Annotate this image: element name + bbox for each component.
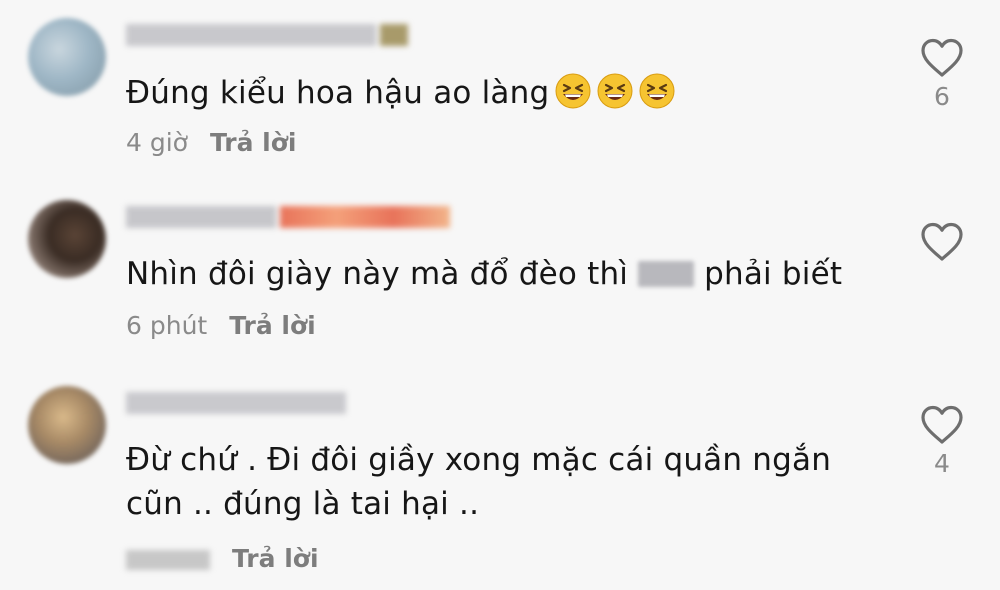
like-button[interactable] — [916, 222, 968, 266]
avatar[interactable] — [28, 18, 106, 96]
like-button[interactable]: 4 — [916, 405, 968, 478]
avatar[interactable] — [28, 386, 106, 464]
comment-time: 4 giờ — [126, 128, 188, 157]
comment-meta: Trả lời — [126, 544, 319, 573]
reply-button[interactable]: Trả lời — [210, 128, 297, 157]
heart-outline-icon — [921, 222, 963, 261]
comment-time-blurred — [126, 550, 210, 570]
comment-text-line: Đừ chứ . Đi đôi giầy xong mặc cái quần n… — [126, 442, 832, 478]
comment-text-content: Nhìn đôi giày này mà đổ đèo thì — [126, 256, 629, 292]
comment-text: Đúng kiểu hoa hậu ao làng — [126, 71, 675, 115]
comment-meta: 4 giờ Trả lời — [126, 128, 297, 157]
comment-text-content: phải biết — [704, 256, 843, 292]
reply-button[interactable]: Trả lời — [232, 544, 319, 573]
grinning-squinting-face-icon — [639, 73, 675, 109]
username-blurred[interactable] — [126, 392, 350, 418]
heart-outline-icon — [921, 38, 963, 77]
comment-text-content: Đúng kiểu hoa hậu ao làng — [126, 75, 550, 111]
comment-text-line: cũn .. đúng là tai hại .. — [126, 486, 480, 522]
like-button[interactable]: 6 — [916, 38, 968, 111]
like-count: 6 — [934, 82, 950, 111]
avatar[interactable] — [28, 200, 106, 278]
username-blurred[interactable] — [126, 24, 412, 50]
censored-word — [638, 261, 695, 287]
username-blurred[interactable] — [126, 206, 454, 232]
comment-meta: 6 phút Trả lời — [126, 311, 316, 340]
comment-time: 6 phút — [126, 311, 208, 340]
comment-section: Đúng kiểu hoa hậu ao làng 4 giờ Trả lời 6… — [0, 0, 1000, 590]
comment-text: Đừ chứ . Đi đôi giầy xong mặc cái quần n… — [126, 438, 831, 526]
heart-outline-icon — [921, 405, 963, 444]
reply-button[interactable]: Trả lời — [229, 311, 316, 340]
grinning-squinting-face-icon — [555, 73, 591, 109]
grinning-squinting-face-icon — [597, 73, 633, 109]
comment-text: Nhìn đôi giày này mà đổ đèo thì phải biết — [126, 252, 842, 296]
like-count: 4 — [934, 449, 950, 478]
